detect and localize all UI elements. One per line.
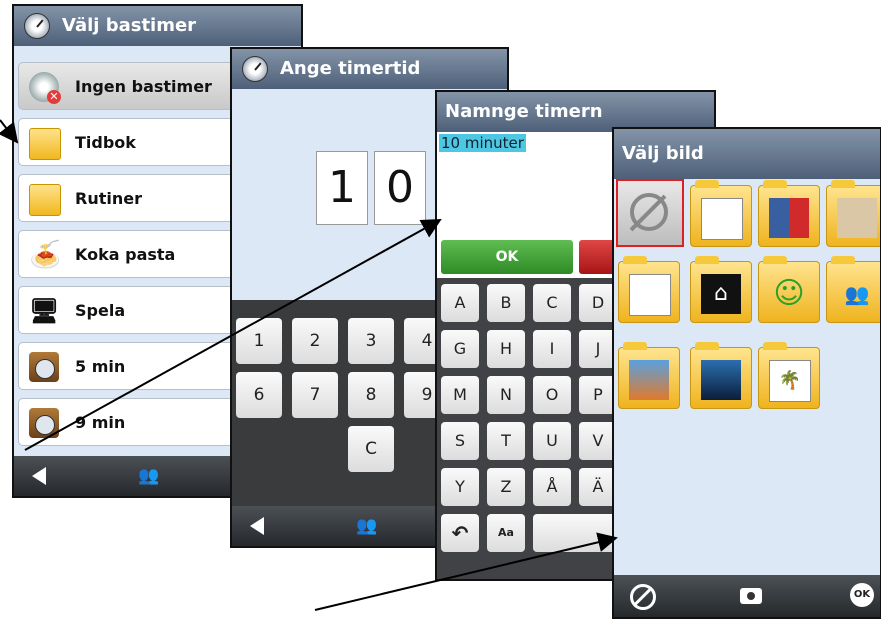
timer-name-input[interactable]: 10 minuter bbox=[439, 134, 526, 152]
house-folder-icon[interactable]: ⌂ bbox=[690, 256, 752, 323]
key-o[interactable]: O bbox=[533, 376, 571, 414]
back-arrow-icon[interactable] bbox=[32, 467, 46, 485]
key-t[interactable]: T bbox=[487, 422, 525, 460]
key-1[interactable]: 1 bbox=[236, 318, 282, 364]
key-8[interactable]: 8 bbox=[348, 372, 394, 418]
person-board-folder-icon[interactable] bbox=[618, 256, 680, 323]
clothes-folder-icon[interactable] bbox=[758, 180, 820, 247]
camera-icon[interactable] bbox=[740, 588, 762, 604]
key-h[interactable]: H bbox=[487, 330, 525, 368]
key-7[interactable]: 7 bbox=[292, 372, 338, 418]
bottom-nav-bar: OK bbox=[614, 575, 880, 617]
list-item-label: Koka pasta bbox=[75, 245, 176, 264]
photo-camera-folder-icon[interactable] bbox=[618, 342, 680, 409]
dark-image-folder-icon[interactable] bbox=[690, 342, 752, 409]
key-a[interactable]: A bbox=[441, 284, 479, 322]
list-item-label: 5 min bbox=[75, 357, 126, 376]
shift-key[interactable]: Aa bbox=[487, 514, 525, 552]
clock-icon bbox=[24, 13, 50, 39]
food-person-folder-icon[interactable] bbox=[690, 180, 752, 247]
key-z[interactable]: Z bbox=[487, 468, 525, 506]
key-clear[interactable]: C bbox=[348, 426, 394, 472]
key-3[interactable]: 3 bbox=[348, 318, 394, 364]
timer-icon bbox=[29, 408, 59, 438]
undo-icon[interactable]: ↶ bbox=[441, 514, 479, 552]
page-title: Välj bastimer bbox=[62, 15, 197, 36]
people-folder-icon[interactable]: 👥 bbox=[826, 256, 880, 323]
key-n[interactable]: N bbox=[487, 376, 525, 414]
computer-game-icon: 🖥 bbox=[29, 297, 60, 325]
key-a-ring[interactable]: Å bbox=[533, 468, 571, 506]
furniture-folder-icon[interactable] bbox=[826, 180, 880, 247]
folder-icon bbox=[29, 184, 61, 216]
people-icon[interactable]: 👥 bbox=[138, 466, 159, 486]
key-c[interactable]: C bbox=[533, 284, 571, 322]
clock-icon bbox=[242, 56, 268, 82]
digit-display[interactable]: 0 bbox=[374, 151, 426, 225]
people-icon[interactable]: 👥 bbox=[356, 516, 377, 536]
list-item-label: Tidbok bbox=[75, 133, 136, 152]
ok-button[interactable]: OK bbox=[441, 240, 573, 274]
key-g[interactable]: G bbox=[441, 330, 479, 368]
page-title: Välj bild bbox=[622, 143, 704, 164]
ok-icon[interactable]: OK bbox=[850, 583, 874, 607]
key-m[interactable]: M bbox=[441, 376, 479, 414]
folder-icon bbox=[29, 128, 61, 160]
key-6[interactable]: 6 bbox=[236, 372, 282, 418]
key-b[interactable]: B bbox=[487, 284, 525, 322]
timer-icon bbox=[29, 352, 59, 382]
digit-display[interactable]: 1 bbox=[316, 151, 368, 225]
screen-valj-bild: Välj bild ⌂ ☺ 👥 🌴 OK bbox=[612, 127, 881, 619]
key-i[interactable]: I bbox=[533, 330, 571, 368]
palm-image-folder-icon[interactable]: 🌴 bbox=[758, 342, 820, 409]
title-bar: Ange timertid bbox=[232, 49, 507, 89]
no-timer-icon: ✕ bbox=[29, 72, 61, 104]
key-y[interactable]: Y bbox=[441, 468, 479, 506]
page-title: Ange timertid bbox=[280, 58, 421, 79]
list-item-label: Ingen bastimer bbox=[75, 77, 212, 96]
title-bar: Namnge timern bbox=[437, 92, 714, 132]
pasta-icon: 🍝 bbox=[29, 240, 62, 270]
key-2[interactable]: 2 bbox=[292, 318, 338, 364]
key-s[interactable]: S bbox=[441, 422, 479, 460]
list-item-label: Rutiner bbox=[75, 189, 142, 208]
back-arrow-icon[interactable] bbox=[250, 517, 264, 535]
smiley-folder-icon[interactable]: ☺ bbox=[758, 256, 820, 323]
space-key[interactable] bbox=[533, 514, 617, 552]
title-bar: Välj bild bbox=[614, 129, 880, 179]
key-u[interactable]: U bbox=[533, 422, 571, 460]
no-image-icon[interactable] bbox=[630, 584, 656, 610]
list-item-label: 9 min bbox=[75, 413, 126, 432]
page-title: Namnge timern bbox=[445, 101, 603, 122]
title-bar: Välj bastimer bbox=[14, 6, 301, 46]
no-image-icon[interactable] bbox=[616, 179, 684, 247]
list-item-label: Spela bbox=[75, 301, 126, 320]
